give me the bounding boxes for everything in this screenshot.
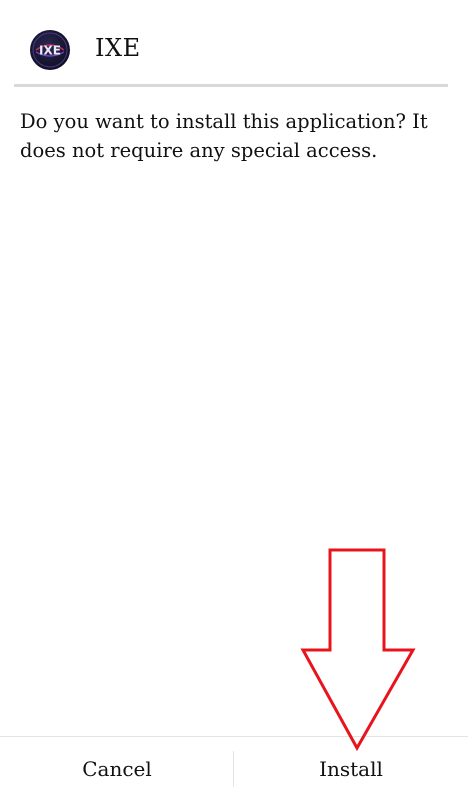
down-arrow-annotation <box>300 548 416 752</box>
cancel-button[interactable]: Cancel <box>0 737 234 801</box>
install-message: Do you want to install this application?… <box>20 110 428 162</box>
app-logo-text: IXE <box>39 44 61 58</box>
app-logo-icon: IXE <box>30 30 70 70</box>
arrow-shape <box>300 548 416 752</box>
app-name: IXE <box>95 34 141 62</box>
header-divider <box>14 84 448 87</box>
dialog-header: IXE IXE <box>18 24 448 88</box>
button-bar: Cancel Install <box>0 736 468 801</box>
install-button[interactable]: Install <box>234 737 468 801</box>
